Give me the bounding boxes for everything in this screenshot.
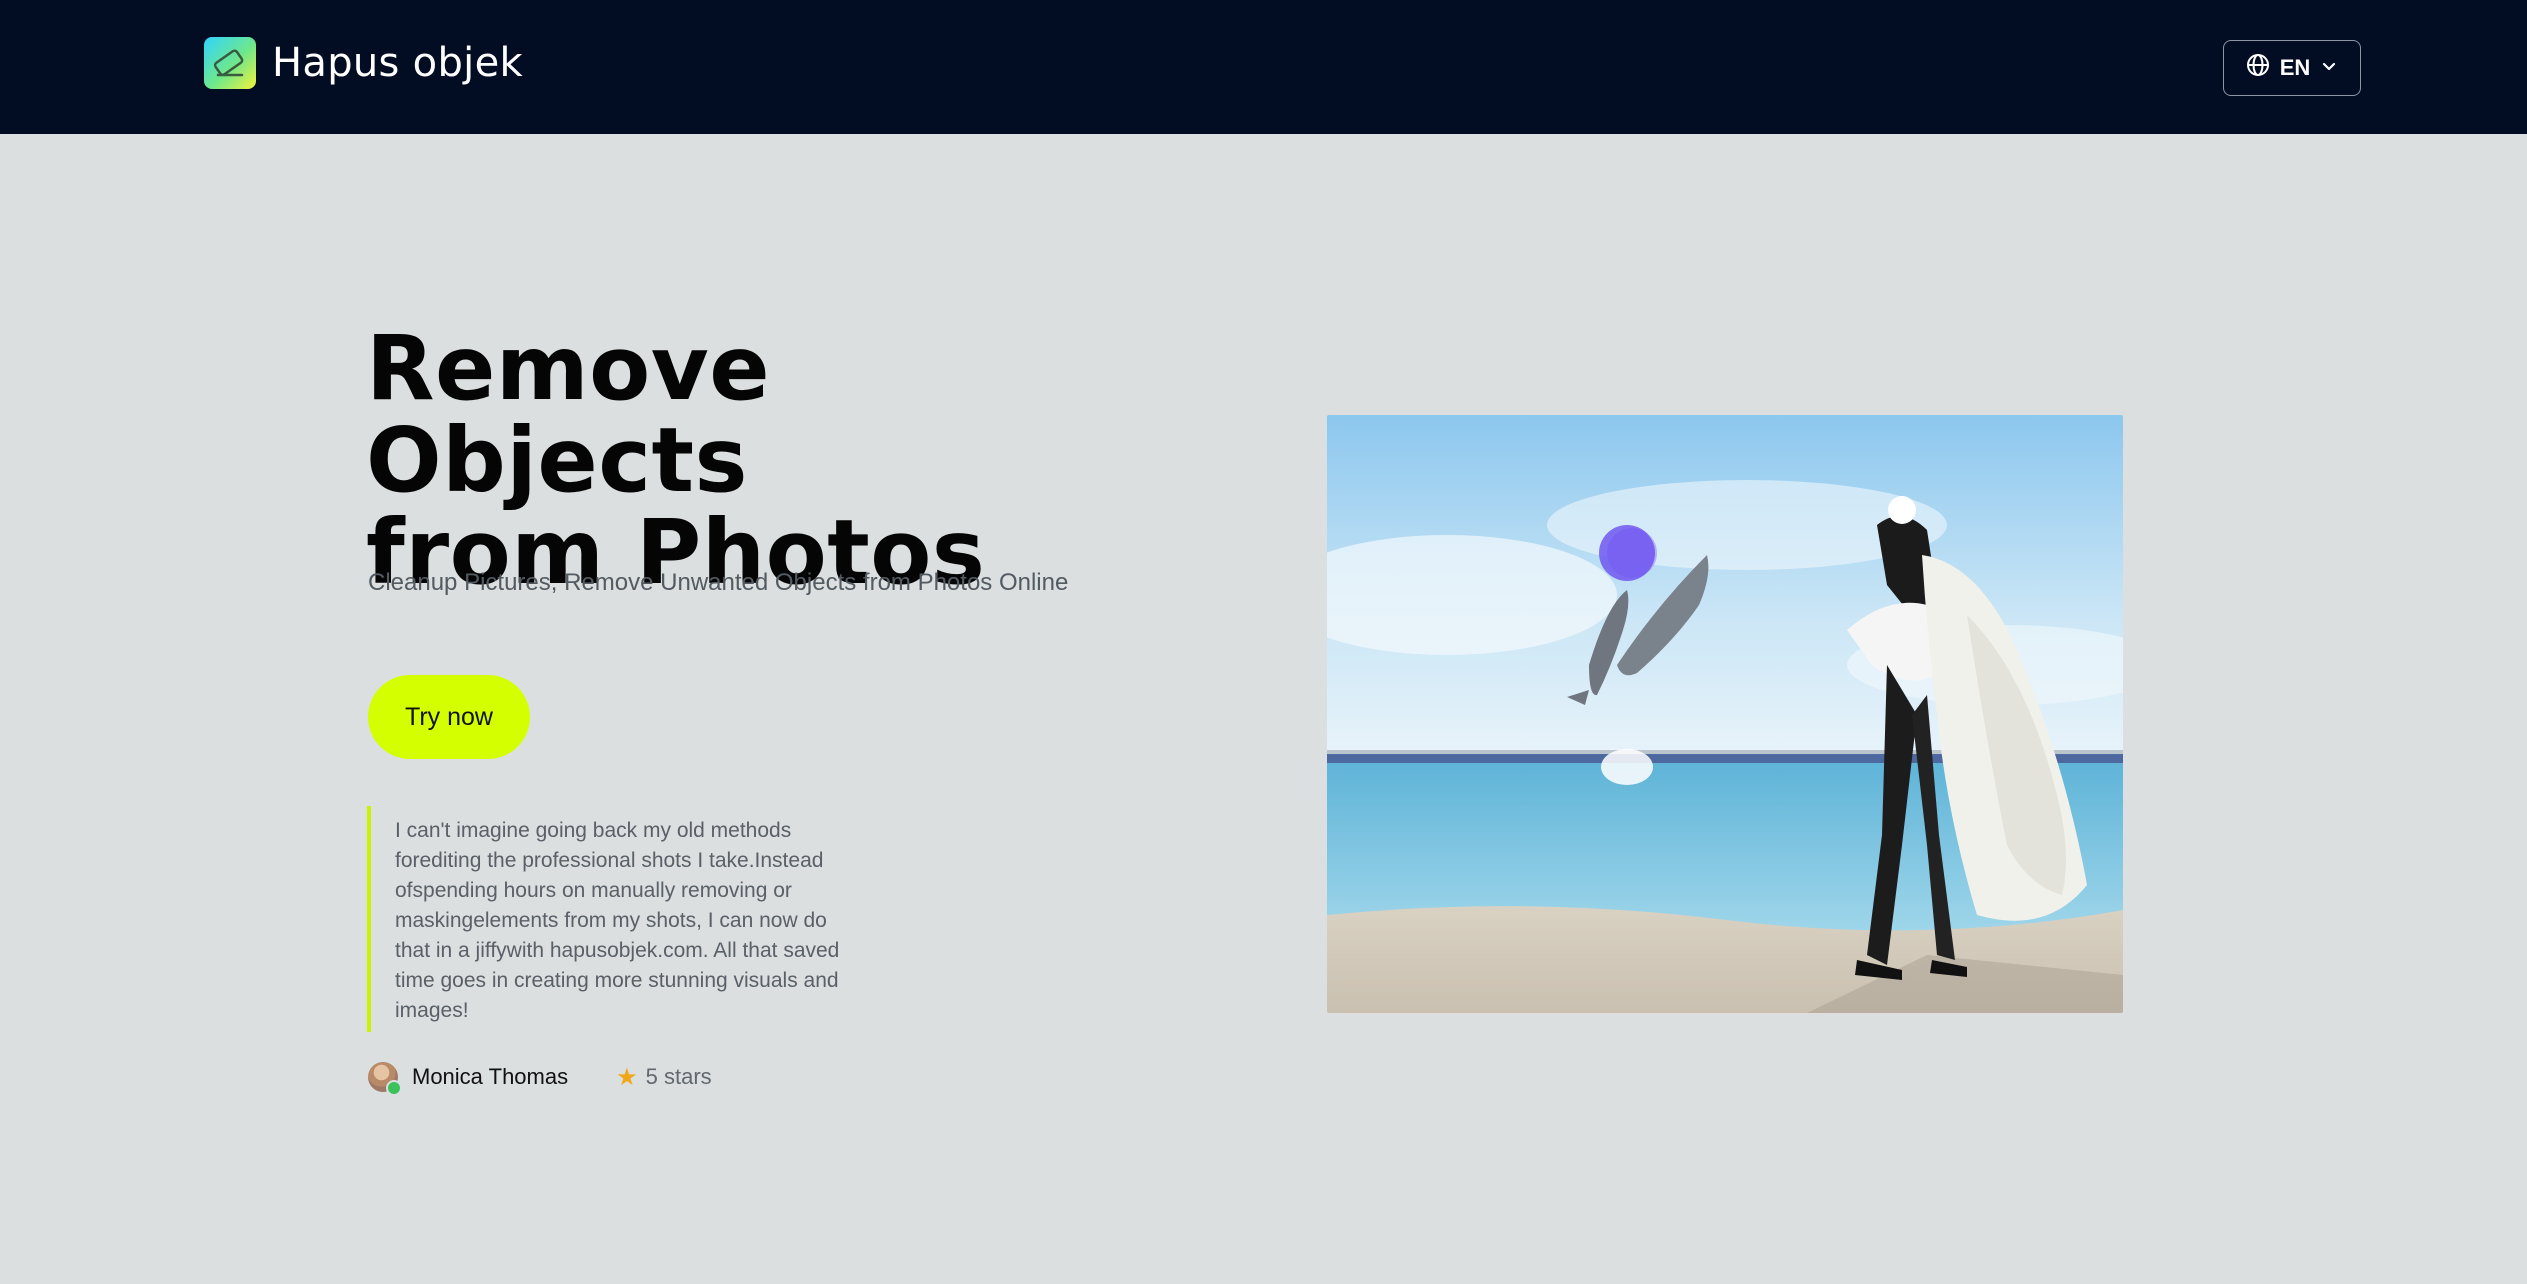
globe-icon [2246,53,2270,83]
star-icon: ★ [616,1063,638,1091]
try-now-button[interactable]: Try now [368,675,530,759]
hero-title-line-1: Remove Objects [366,316,771,512]
demo-photo [1327,415,2123,1013]
language-code: EN [2279,55,2311,80]
avatar [368,1062,402,1096]
top-navigation-bar: Hapus objek EN [0,0,2527,134]
testimonial-author-row: Monica Thomas ★ 5 stars [368,1062,712,1096]
brand[interactable]: Hapus objek [204,37,523,89]
verified-badge-icon [386,1080,402,1096]
language-selector-button[interactable]: EN [2223,40,2361,96]
hero-title: Remove Objects from Photos [366,322,1166,598]
hero-subtitle: Cleanup Pictures, Remove Unwanted Object… [368,569,1069,596]
eraser-logo-icon [204,37,256,89]
chevron-down-icon [2320,55,2338,81]
rating-text: 5 stars [645,1064,712,1089]
author-name: Monica Thomas [412,1064,569,1089]
rating: ★ 5 stars [616,1063,712,1092]
brand-name: Hapus objek [272,40,523,86]
testimonial-quote: I can't imagine going back my old method… [367,806,867,1032]
